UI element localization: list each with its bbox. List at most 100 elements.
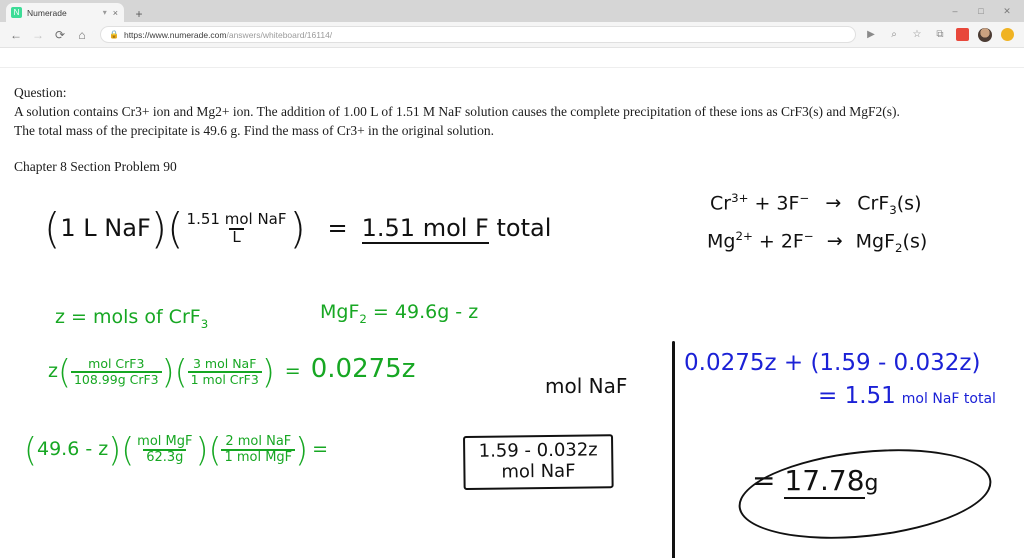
hw-1-total: total: [496, 213, 552, 242]
hw-mgf2-f2-den: 1 mol MgF: [221, 448, 296, 465]
media-cast-icon[interactable]: ▶: [864, 28, 878, 42]
paren-close-5: ): [108, 430, 122, 469]
tab-title: Numerade: [27, 7, 67, 18]
forward-icon[interactable]: →: [28, 25, 48, 45]
hw-divider: [672, 341, 675, 558]
hw-r1-right: CrF: [857, 192, 890, 215]
hw-crf3-f1-den: 108.99g CrF3: [70, 370, 162, 386]
hw-mgf2-sub: 2: [359, 311, 367, 326]
tab-strip: N Numerade ▾ × + – □ ✕: [0, 0, 1024, 22]
hw-crf3-result: 0.0275z: [310, 354, 416, 384]
home-icon[interactable]: ⌂: [72, 25, 92, 45]
hw-1-equals: =: [327, 213, 348, 242]
paren-open-7: (: [208, 430, 222, 469]
hw-mgf2-equals: =: [312, 438, 329, 461]
hw-line-1: (1 L NaF)(1.51 mol NaF L) = 1.51 mol F tot…: [44, 208, 552, 250]
hw-r2-left-sup: 2+: [735, 229, 753, 243]
hw-solve-eq: = 1.51: [818, 383, 896, 409]
chevron-down-icon[interactable]: ▾: [103, 8, 107, 17]
paren-open-4: (: [174, 351, 188, 391]
numerade-logo-icon: N: [11, 7, 22, 18]
hw-z-definition: z = mols of CrF3: [55, 306, 208, 331]
hw-answer-equals: =: [752, 464, 776, 497]
hw-mgf2-lead: 49.6 - z: [36, 438, 109, 461]
hw-answer-value: 17.78: [784, 464, 865, 499]
browser-window: N Numerade ▾ × + – □ ✕ ← → ⟳ ⌂ 🔒 https:/…: [0, 0, 1024, 558]
paren-open-3: (: [57, 351, 71, 391]
avatar[interactable]: [978, 27, 992, 42]
extension-badge-icon[interactable]: [956, 28, 969, 41]
hw-r2-right-sub: 2: [895, 241, 903, 256]
search-icon[interactable]: ⌕: [887, 28, 901, 42]
hw-boxed-result: 1.59 - 0.032z mol NaF: [463, 434, 614, 490]
paren-close: ): [150, 204, 168, 254]
hw-mgf2-value: = 49.6g - z: [366, 301, 479, 323]
hw-answer-unit: g: [864, 471, 879, 496]
handwriting-layer: (1 L NaF)(1.51 mol NaF L) = 1.51 mol F tot…: [0, 69, 1024, 558]
window-controls: – □ ✕: [950, 0, 1022, 22]
paren-close-6: ): [195, 430, 209, 469]
hw-crf3-unit: mol NaF: [545, 374, 628, 398]
profile-badge-icon[interactable]: [1001, 28, 1014, 41]
hw-final-answer: = 17.78g: [752, 464, 879, 499]
url-host: https://www.numerade.com: [123, 29, 227, 40]
paren-open: (: [44, 204, 61, 254]
hw-z-def-text: z = mols of CrF: [55, 306, 201, 328]
question-line-1: A solution contains Cr3+ ion and Mg2+ io…: [14, 104, 900, 119]
hw-mgf2-calc: (49.6 - z)(mol MgF 62.3g)(2 mol NaF 1 mol …: [24, 433, 332, 466]
hw-solve-unit: mol NaF total: [901, 391, 996, 407]
paren-open-6: (: [121, 430, 135, 469]
minimize-button[interactable]: –: [950, 6, 960, 16]
hw-r2-state: (s): [902, 230, 928, 253]
hw-crf3-f2-num: 3 mol NaF: [193, 356, 257, 372]
browser-toolbar: ← → ⟳ ⌂ 🔒 https://www.numerade.com/answe…: [0, 22, 1024, 48]
hw-mgf2-f1-num: mol MgF: [137, 434, 193, 449]
close-window-button[interactable]: ✕: [1002, 6, 1012, 17]
address-bar[interactable]: 🔒 https://www.numerade.com/answers/white…: [100, 26, 856, 43]
question-line-2: The total mass of the precipitate is 49.…: [14, 123, 495, 138]
back-icon[interactable]: ←: [6, 25, 26, 45]
reload-icon[interactable]: ⟳: [50, 25, 70, 45]
extensions-icon[interactable]: ⧉: [933, 28, 947, 42]
whiteboard-page: Question: A solution contains Cr3+ ion a…: [0, 69, 1024, 558]
hw-1-lnaf: 1 L NaF: [60, 213, 151, 242]
hw-r2-plus: + 2F: [752, 230, 804, 253]
hw-answer-circle: [734, 437, 996, 551]
paren-open-2: (: [167, 204, 184, 254]
hw-r1-state: (s): [896, 192, 922, 215]
hw-mgf2-label: MgF: [320, 301, 360, 323]
hw-r2-right: MgF: [855, 230, 896, 253]
new-tab-button[interactable]: +: [132, 8, 146, 20]
hw-mgf2-f1-den: 62.3g: [143, 448, 187, 465]
hw-crf3-calc: z(mol CrF3 108.99g CrF3)(3 mol NaF 1 mol C…: [48, 354, 416, 388]
hw-1-frac-num: 1.51 mol NaF: [186, 210, 287, 228]
maximize-button[interactable]: □: [976, 6, 986, 16]
hw-solve-line-1: 0.0275z + (1.59 - 0.032z): [684, 350, 981, 376]
hw-reaction-1: Cr3+ + 3F− → CrF3(s): [710, 191, 922, 217]
question-block: Question: A solution contains Cr3+ ion a…: [14, 83, 1014, 140]
hw-r2-arrow: →: [826, 230, 843, 253]
hw-crf3-f2-den: 1 mol CrF3: [187, 370, 262, 386]
paren-close-4: ): [261, 351, 275, 391]
chapter-reference: Chapter 8 Section Problem 90: [14, 159, 177, 174]
hw-r1-plus: + 3F: [748, 192, 800, 215]
hw-boxed-line-1: 1.59 - 0.032z: [478, 439, 598, 462]
lock-icon: 🔒: [109, 30, 119, 39]
hw-crf3-f1-num: mol CrF3: [88, 356, 145, 372]
hw-1-result: 1.51 mol F: [361, 213, 489, 244]
hw-crf3-equals: =: [284, 360, 301, 382]
hw-boxed-line-2: mol NaF: [501, 460, 576, 483]
hw-r1-arrow: →: [825, 192, 842, 215]
hw-r1-right-sub: 3: [889, 203, 897, 218]
tab-numerade[interactable]: N Numerade ▾ ×: [6, 3, 124, 22]
bookmarks-bar: [0, 48, 1024, 68]
close-icon[interactable]: ×: [112, 8, 119, 18]
bookmark-star-icon[interactable]: ☆: [910, 28, 924, 42]
hw-r1-left-sup: 3+: [731, 191, 749, 205]
paren-close-3: ): [161, 351, 175, 391]
hw-r2-plus-sup: −: [803, 229, 814, 243]
hw-solve-line-2: = 1.51 mol NaF total: [818, 383, 996, 409]
hw-mgf2-f2-num: 2 mol NaF: [225, 434, 292, 449]
hw-r1-plus-sup: −: [799, 191, 810, 205]
paren-close-2: ): [289, 204, 306, 254]
